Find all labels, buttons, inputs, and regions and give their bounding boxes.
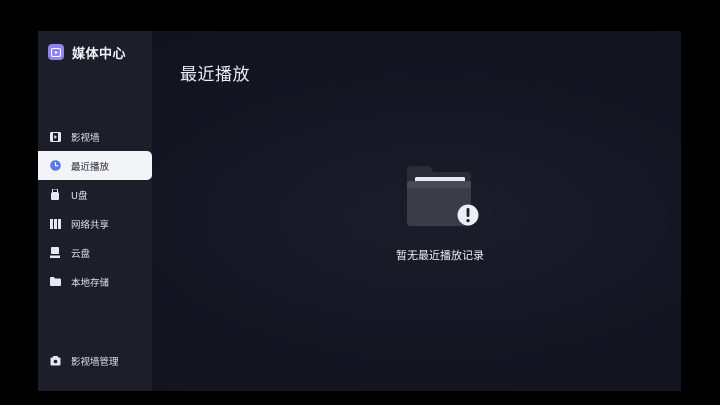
network-share-icon	[49, 218, 61, 230]
empty-folder-icon	[407, 166, 479, 226]
tv-screen: 媒体中心 影视墙 最近播放 U盘 网络共享 云盘 本地存储 影视墙管理 最近播放…	[38, 31, 681, 391]
sidebar-item-label: 云盘	[71, 248, 91, 260]
sidebar-item-wall-management[interactable]: 影视墙管理	[38, 349, 152, 373]
sidebar-item-label: U盘	[71, 190, 88, 202]
sidebar-item-recent[interactable]: 最近播放	[38, 151, 152, 180]
app-title: 媒体中心	[72, 46, 127, 62]
app-logo-icon	[48, 44, 64, 60]
sidebar-item-film-wall[interactable]: 影视墙	[38, 122, 152, 151]
sidebar-item-cloud-drive[interactable]: 云盘	[38, 238, 152, 267]
cloud-drive-icon	[49, 247, 61, 259]
clock-icon	[49, 160, 61, 172]
sidebar: 媒体中心 影视墙 最近播放 U盘 网络共享 云盘 本地存储 影视墙管理	[38, 31, 152, 391]
folder-icon	[49, 276, 61, 288]
sidebar-item-label: 最近播放	[71, 161, 110, 173]
empty-state: 暂无最近播放记录	[368, 164, 512, 264]
sidebar-item-usb[interactable]: U盘	[38, 180, 152, 209]
empty-message: 暂无最近播放记录	[396, 249, 484, 262]
usb-drive-icon	[49, 189, 61, 201]
film-icon	[49, 131, 61, 143]
wall-manage-icon	[49, 355, 61, 367]
app-header: 媒体中心	[48, 43, 127, 62]
sidebar-item-network-share[interactable]: 网络共享	[38, 209, 152, 238]
sidebar-item-label: 网络共享	[71, 219, 110, 231]
sidebar-item-label: 影视墙	[71, 132, 100, 144]
page-title: 最近播放	[180, 65, 250, 85]
sidebar-item-label: 影视墙管理	[71, 357, 119, 368]
sidebar-item-local-storage[interactable]: 本地存储	[38, 267, 152, 296]
sidebar-item-label: 本地存储	[71, 277, 110, 289]
sidebar-nav: 影视墙 最近播放 U盘 网络共享 云盘 本地存储	[38, 122, 152, 296]
